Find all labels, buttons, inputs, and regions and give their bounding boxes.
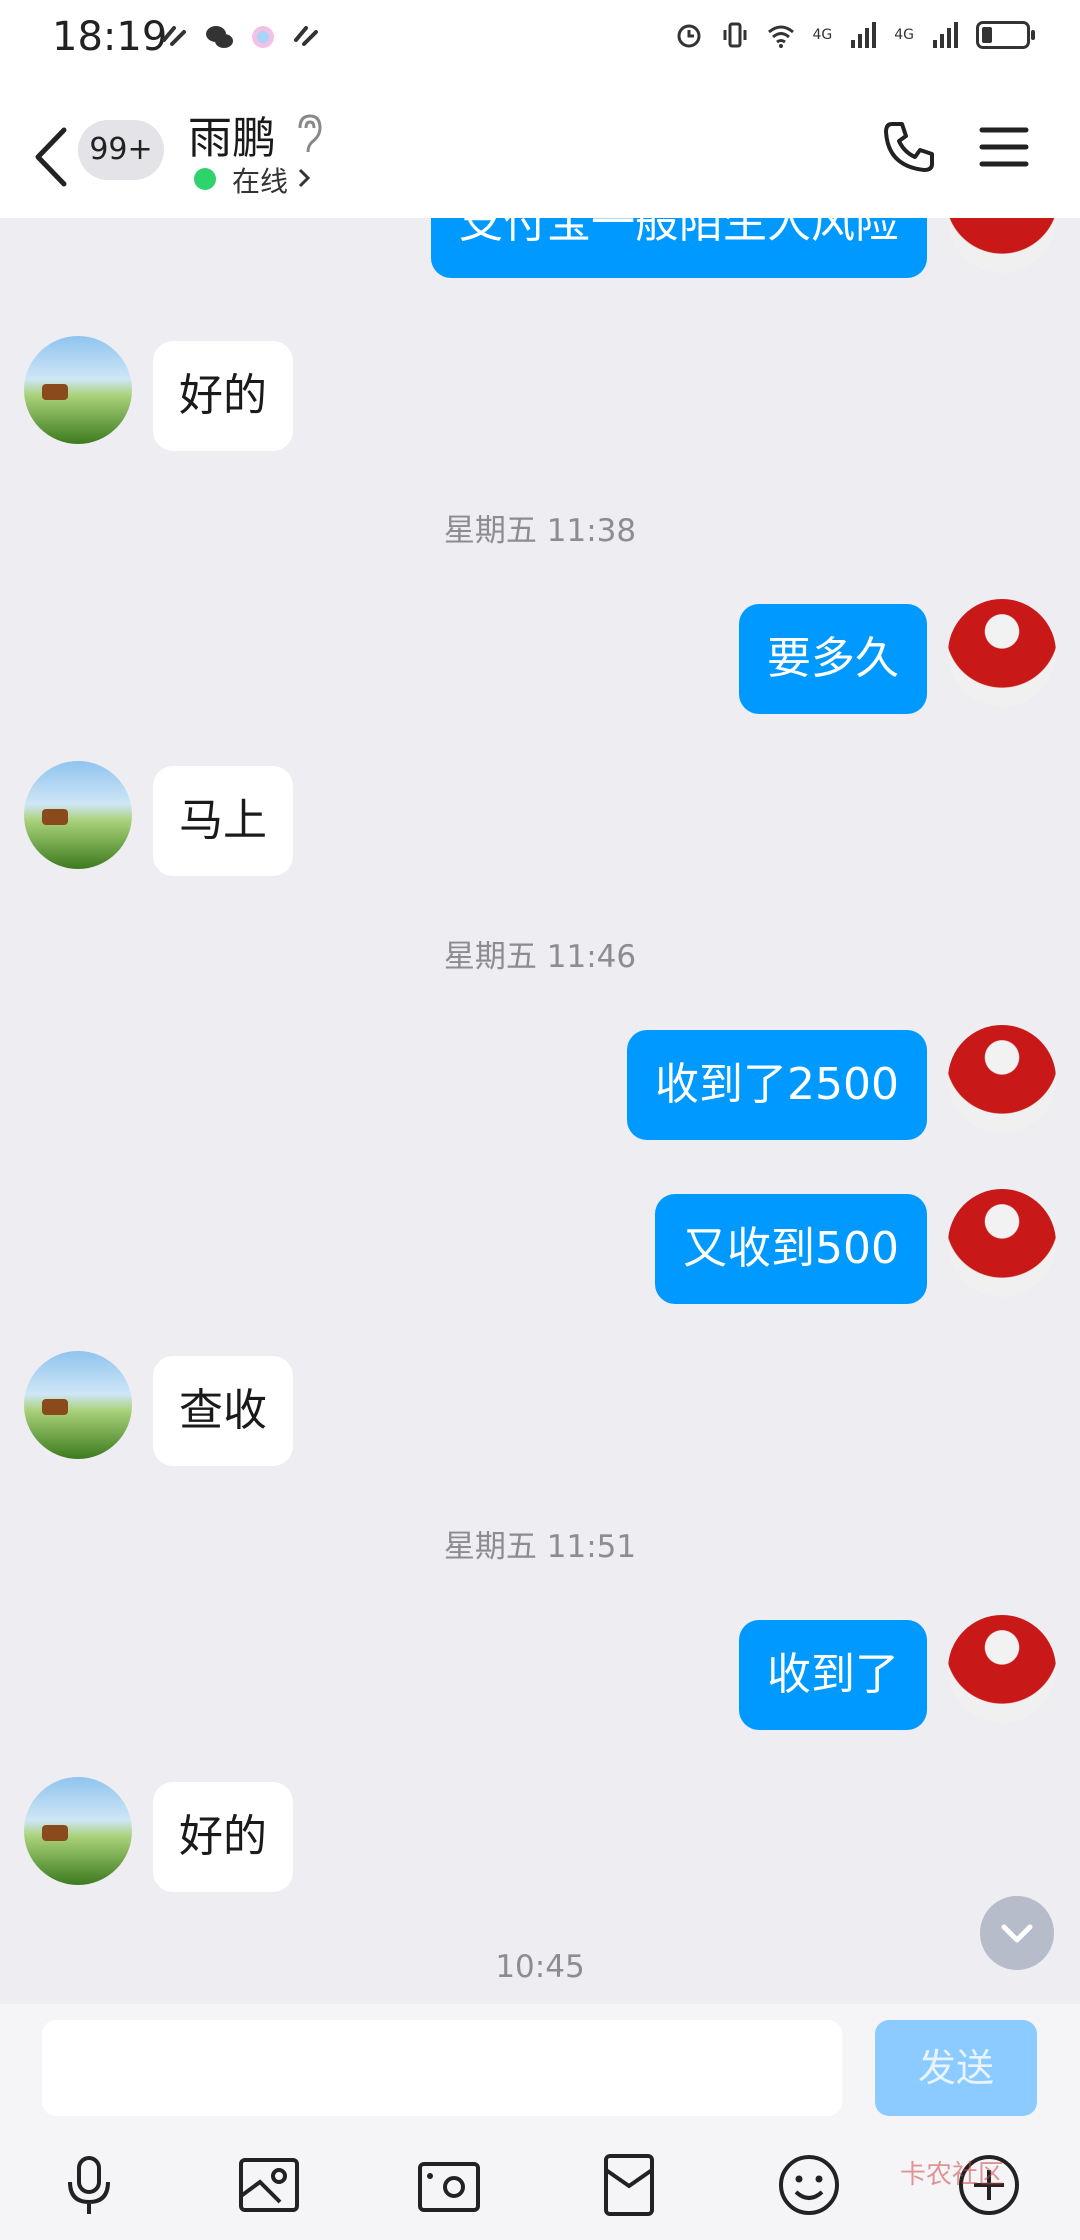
contact-avatar[interactable] (24, 761, 132, 869)
contact-name[interactable]: 雨鹏 (188, 102, 276, 166)
scroll-to-bottom-icon[interactable] (980, 1896, 1054, 1970)
outgoing-message-bubble[interactable]: 支付宝一般陌生人风险 (431, 218, 927, 278)
wifi-icon (768, 25, 795, 48)
camera-icon[interactable] (416, 2152, 482, 2218)
message-timestamp: 星期五 11:51 (443, 1529, 637, 1565)
microphone-icon[interactable] (56, 2152, 122, 2218)
my-avatar[interactable] (948, 1615, 1056, 1723)
message-timestamp: 星期五 11:46 (443, 939, 637, 975)
app-notification-icon (162, 26, 186, 46)
outgoing-message-bubble[interactable]: 收到了2500 (627, 1030, 927, 1140)
online-status-text[interactable]: 在线 (232, 160, 288, 200)
unread-badge[interactable]: 99+ (78, 120, 164, 180)
wechat-icon (206, 26, 233, 48)
send-button[interactable]: 发送 (875, 2020, 1037, 2116)
watermark-logo: 卡农社区 (900, 2160, 1005, 2190)
back-arrow-icon[interactable] (26, 122, 76, 192)
online-status-dot (194, 168, 216, 190)
image-icon[interactable] (236, 2152, 302, 2218)
signal-icon (851, 22, 877, 48)
message-input-bar: 发送 卡农社区 (0, 2004, 1080, 2240)
message-timestamp: 星期五 11:38 (443, 513, 637, 549)
signal-icon-2 (933, 22, 958, 48)
red-packet-icon[interactable] (596, 2152, 662, 2218)
signal-1-label: 4G (812, 27, 833, 43)
incoming-message-bubble[interactable]: 马上 (153, 766, 293, 876)
phone-call-icon[interactable] (880, 118, 938, 176)
message-timestamp: 10:45 (495, 1949, 585, 1985)
outgoing-message-bubble[interactable]: 又收到500 (655, 1194, 927, 1304)
incoming-message-bubble[interactable]: 好的 (153, 341, 293, 451)
my-avatar[interactable] (948, 218, 1056, 273)
contact-avatar[interactable] (24, 1777, 132, 1885)
colorful-app-icon (252, 26, 274, 48)
app-notification-icon-2 (294, 26, 318, 46)
my-avatar[interactable] (948, 1025, 1056, 1133)
status-time: 18:19 (52, 14, 168, 60)
notification-icons (160, 22, 322, 52)
chat-header: 99+ 雨鹏 在线 (0, 82, 1080, 218)
vibrate-icon (723, 22, 747, 48)
contact-avatar[interactable] (24, 1351, 132, 1459)
menu-icon[interactable] (978, 124, 1030, 170)
ear-icon (298, 114, 322, 153)
system-icons: 4G 4G (674, 20, 1035, 50)
signal-2-label: 4G (894, 27, 914, 43)
incoming-message-bubble[interactable]: 好的 (153, 1782, 293, 1892)
chevron-right-icon[interactable] (296, 166, 312, 190)
message-input[interactable] (42, 2020, 842, 2116)
contact-avatar[interactable] (24, 336, 132, 444)
chat-message-list[interactable]: 支付宝一般陌生人风险 好的 星期五 11:38 要多久 马上 星期五 11:46… (0, 218, 1080, 2004)
outgoing-message-bubble[interactable]: 收到了 (739, 1620, 927, 1730)
status-bar: 18:19 4G 4G (0, 0, 1080, 82)
incoming-message-bubble[interactable]: 查收 (153, 1356, 293, 1466)
alarm-icon (677, 24, 701, 48)
my-avatar[interactable] (948, 1189, 1056, 1297)
battery-icon (976, 21, 1035, 49)
outgoing-message-bubble[interactable]: 要多久 (739, 604, 927, 714)
emoji-icon[interactable] (776, 2152, 842, 2218)
my-avatar[interactable] (948, 599, 1056, 707)
